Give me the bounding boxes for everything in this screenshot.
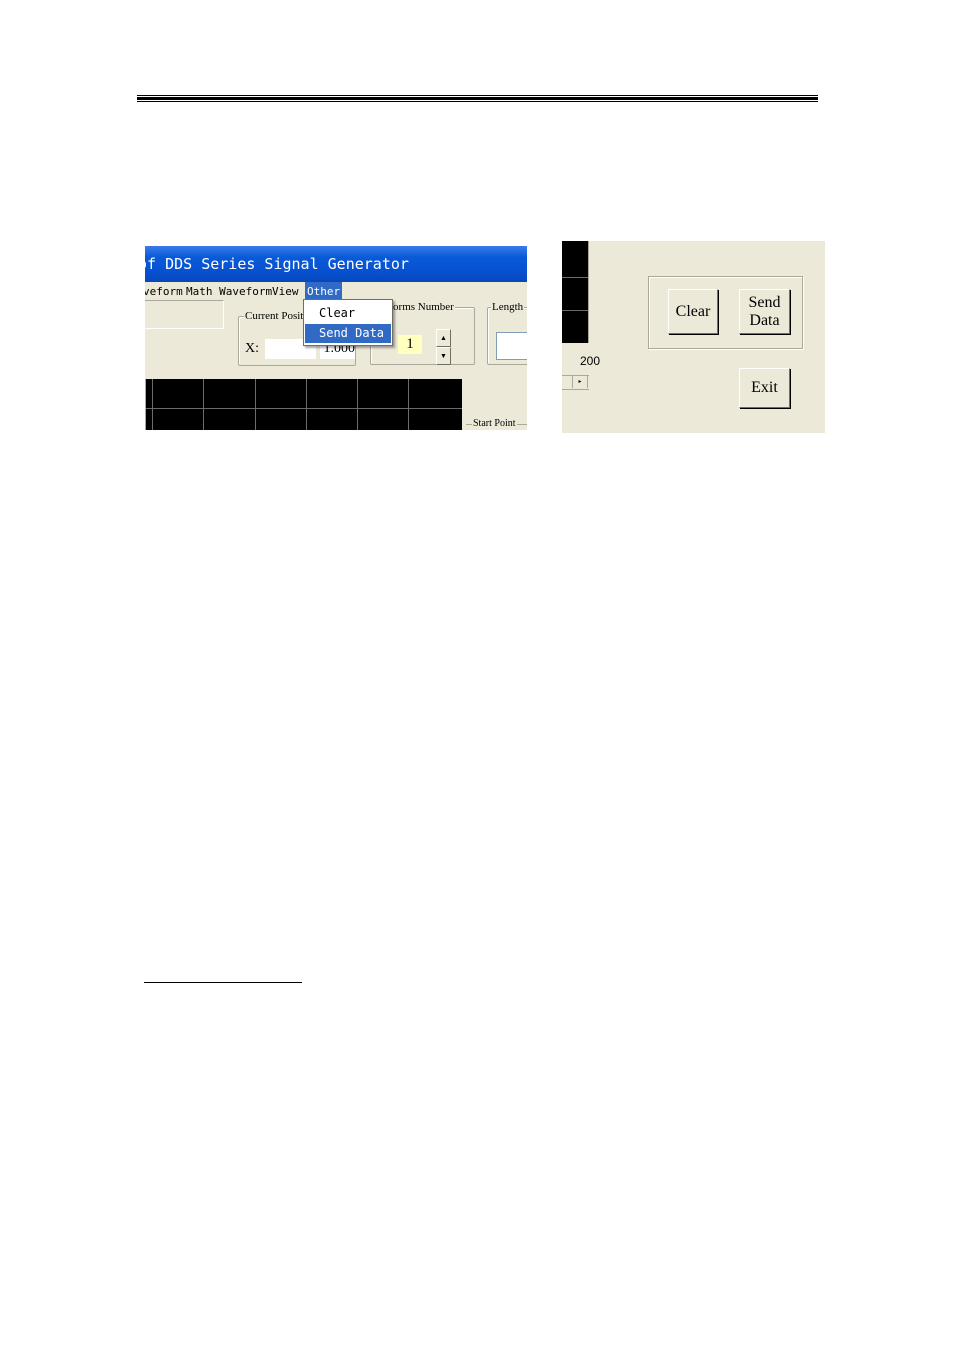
send-data-button-label: Send Data [749, 294, 781, 330]
menu-view[interactable]: View [270, 282, 301, 301]
other-dropdown-menu: Clear Send Data [303, 299, 393, 346]
waveforms-number-spinner: ▲ ▼ [436, 329, 451, 365]
clear-button-label: Clear [675, 302, 711, 320]
length-field[interactable]: 2 [496, 332, 527, 360]
footnote-separator [144, 982, 302, 983]
spin-up-icon[interactable]: ▲ [436, 329, 451, 347]
axis-tick-label: 200 [580, 354, 601, 368]
send-data-button[interactable]: Send Data [739, 289, 790, 334]
start-point-group: Start Point [466, 418, 527, 429]
window-titlebar: of DDS Series Signal Generator [145, 246, 527, 282]
clear-button[interactable]: Clear [668, 289, 718, 334]
length-group: Length 2 [487, 300, 527, 365]
menu-item-send-data[interactable]: Send Data [305, 324, 391, 343]
waveform-display[interactable] [145, 379, 462, 430]
window-title: of DDS Series Signal Generator [145, 255, 409, 273]
x-label: X: [245, 341, 259, 356]
status-panel [145, 300, 224, 329]
menu-math-waveform[interactable]: Math Waveform [184, 282, 274, 301]
length-legend: Length [491, 300, 525, 314]
menu-waveform[interactable]: veform [145, 282, 185, 301]
current-position-legend: Current Positi [244, 309, 308, 323]
send-data-line1: Send [748, 293, 781, 311]
waveforms-number-field[interactable]: 1 [398, 335, 422, 354]
menu-item-clear[interactable]: Clear [305, 304, 391, 323]
start-point-legend: Start Point [472, 418, 517, 429]
exit-button-label: Exit [751, 379, 778, 396]
page-header-rule [137, 95, 818, 103]
other-menu-screenshot: of DDS Series Signal Generator veform Ma… [145, 246, 527, 430]
waveform-display-edge [562, 241, 589, 343]
scrollbar[interactable]: ▸ [562, 375, 589, 390]
exit-button[interactable]: Exit [739, 368, 790, 408]
scroll-right-icon[interactable]: ▸ [572, 376, 588, 388]
spin-down-icon[interactable]: ▼ [436, 347, 451, 365]
send-data-line2: Data [749, 311, 780, 329]
buttons-screenshot: 200 ▸ Clear Send Data Exit [562, 241, 825, 433]
